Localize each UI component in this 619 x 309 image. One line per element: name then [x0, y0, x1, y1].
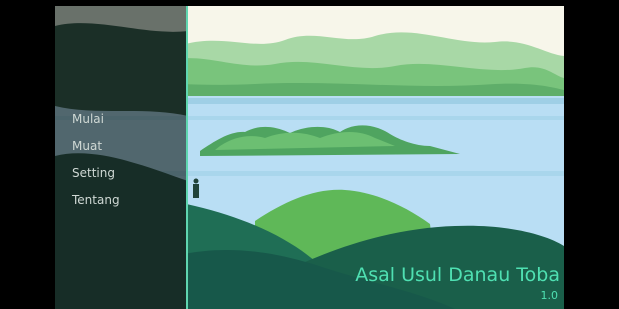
- menu-item-start[interactable]: Mulai: [72, 112, 104, 126]
- letterbox-background: Mulai Muat Setting Tentang Asal Usul Dan…: [0, 0, 619, 309]
- game-version: 1.0: [540, 289, 559, 302]
- figure-body: [193, 184, 199, 198]
- menu-item-about[interactable]: Tentang: [72, 193, 120, 207]
- menu-item-load[interactable]: Muat: [72, 139, 102, 153]
- game-window: Mulai Muat Setting Tentang Asal Usul Dan…: [55, 6, 564, 309]
- menu-item-settings[interactable]: Setting: [72, 166, 115, 180]
- figure-head: [193, 178, 199, 184]
- game-title: Asal Usul Danau Toba: [355, 264, 560, 286]
- main-menu: Mulai Muat Setting Tentang: [55, 6, 188, 309]
